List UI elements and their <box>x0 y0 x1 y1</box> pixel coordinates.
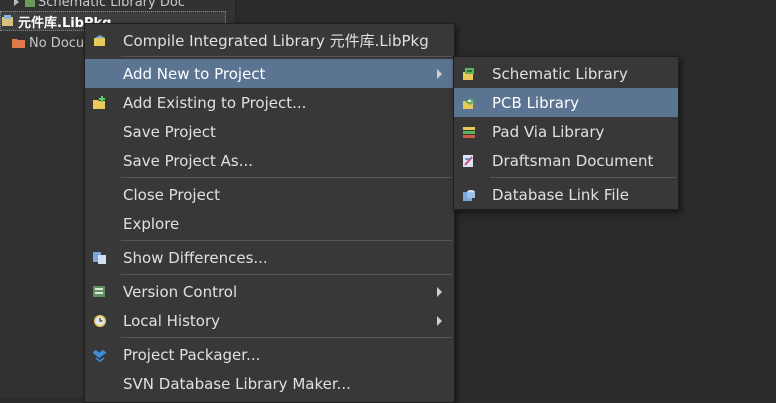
menu-item-label: PCB Library <box>492 93 580 112</box>
add-existing-icon <box>93 95 107 110</box>
menu-item-compile-integrated-library[interactable]: Compile Integrated Library 元件库.LibPkg <box>85 26 454 55</box>
menu-item-label: Schematic Library <box>492 64 628 83</box>
submenu-arrow-icon <box>437 286 442 297</box>
menu-item-label: Close Project <box>123 185 220 204</box>
menu-separator <box>121 240 452 241</box>
menu-item-label: Pad Via Library <box>492 122 605 141</box>
menu-item-add-existing-to-project[interactable]: Add Existing to Project... <box>85 88 454 117</box>
tree-row-label: Schematic Library Doc <box>38 0 185 10</box>
submenu-arrow-icon <box>437 68 442 79</box>
packager-icon <box>93 348 107 362</box>
menu-item-local-history[interactable]: Local History <box>85 306 454 335</box>
menu-item-save-project[interactable]: Save Project <box>85 117 454 146</box>
menu-item-close-project[interactable]: Close Project <box>85 180 454 209</box>
menu-separator <box>490 177 676 178</box>
pcb-library-icon <box>462 96 476 110</box>
menu-item-label: Add Existing to Project... <box>123 93 307 112</box>
menu-item-explore[interactable]: Explore <box>85 209 454 238</box>
project-icon <box>1 15 15 27</box>
menu-item-save-project-as[interactable]: Save Project As... <box>85 146 454 175</box>
menu-item-label: Save Project As... <box>123 151 254 170</box>
submenu-item-database-link-file[interactable]: Database Link File <box>454 180 678 209</box>
menu-item-label: Compile Integrated Library 元件库.LibPkg <box>123 32 429 50</box>
menu-item-version-control[interactable]: Version Control <box>85 277 454 306</box>
document-icon <box>25 0 35 7</box>
tree-row-no-documents[interactable]: No Docu <box>12 33 84 53</box>
differences-icon <box>93 251 107 265</box>
menu-item-label: Project Packager... <box>123 345 261 364</box>
menu-item-label: Explore <box>123 214 180 233</box>
submenu-arrow-icon <box>437 315 442 326</box>
expand-arrow-icon[interactable] <box>14 0 19 6</box>
menu-item-label: Draftsman Document <box>492 151 654 170</box>
menu-separator <box>121 177 452 178</box>
submenu-item-pcb-library[interactable]: PCB Library <box>454 88 678 117</box>
menu-item-label: Version Control <box>123 282 238 301</box>
menu-item-svn-database-library-maker[interactable]: SVN Database Library Maker... <box>85 369 454 398</box>
menu-item-label: SVN Database Library Maker... <box>123 374 351 393</box>
add-new-to-project-submenu: Schematic Library PCB Library Pad Via Li… <box>453 56 679 210</box>
menu-item-label: Database Link File <box>492 185 629 204</box>
schematic-library-icon <box>462 67 476 81</box>
project-context-menu: Compile Integrated Library 元件库.LibPkg Ad… <box>84 23 455 403</box>
submenu-item-schematic-library[interactable]: Schematic Library <box>454 59 678 88</box>
draftsman-icon <box>462 154 476 168</box>
folder-icon <box>12 37 26 49</box>
database-link-icon <box>462 188 476 202</box>
menu-item-label: Show Differences... <box>123 248 268 267</box>
menu-separator <box>121 337 452 338</box>
local-history-icon <box>93 314 107 328</box>
pad-via-library-icon <box>462 125 476 139</box>
version-control-icon <box>93 285 107 299</box>
menu-item-label: Local History <box>123 311 221 330</box>
submenu-item-draftsman-document[interactable]: Draftsman Document <box>454 146 678 175</box>
menu-item-show-differences[interactable]: Show Differences... <box>85 243 454 272</box>
menu-separator <box>121 56 452 57</box>
no-documents-label: No Docu <box>29 35 85 51</box>
menu-separator <box>121 274 452 275</box>
submenu-item-pad-via-library[interactable]: Pad Via Library <box>454 117 678 146</box>
menu-item-label: Save Project <box>123 122 216 141</box>
menu-item-label: Add New to Project <box>123 64 266 83</box>
menu-item-project-packager[interactable]: Project Packager... <box>85 340 454 369</box>
menu-item-add-new-to-project[interactable]: Add New to Project <box>85 59 454 88</box>
compile-icon <box>93 34 107 48</box>
